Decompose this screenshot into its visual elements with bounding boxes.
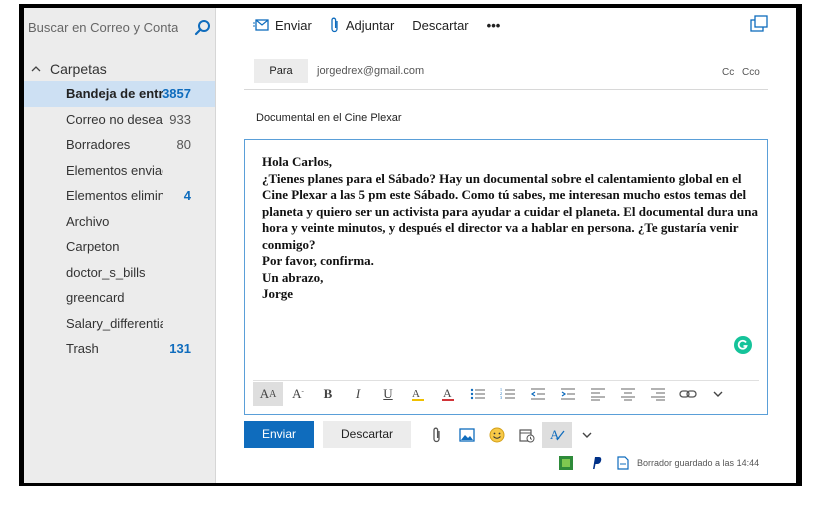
folders-header[interactable]: Carpetas (30, 61, 107, 77)
folder-trash[interactable]: Trash 131 (24, 336, 215, 362)
search-icon[interactable] (194, 19, 212, 37)
folder-count: 131 (169, 341, 191, 356)
send-icon (253, 19, 269, 31)
insert-picture-icon[interactable] (452, 422, 482, 448)
body-line: Hola Carlos, (262, 154, 333, 169)
compose-actions: A (422, 422, 602, 448)
folder-label: Elementos eliminados (66, 188, 163, 203)
folder-greencard[interactable]: greencard (24, 285, 215, 311)
folder-label: doctor_s_bills (66, 264, 146, 280)
folder-deleted[interactable]: Elementos eliminados 4 (24, 183, 215, 209)
align-left-icon[interactable] (583, 382, 613, 406)
font-size-icon[interactable]: Aˆ (283, 382, 313, 406)
highlight-icon[interactable]: A (403, 382, 433, 406)
underline-icon[interactable]: U (373, 382, 403, 406)
more-actions-chevron-icon[interactable] (572, 422, 602, 448)
more-options-label: ••• (486, 17, 501, 33)
folder-salary[interactable]: Salary_differential (24, 311, 215, 337)
to-row: Para jorgedrex@gmail.com Cc Cco (244, 57, 768, 90)
folder-junk[interactable]: Correo no deseado 933 (24, 107, 215, 133)
folder-label: Salary_differential (66, 315, 163, 331)
chevron-down-icon[interactable] (703, 382, 733, 406)
draft-saved-status: Borrador guardado a las 14:44 (637, 458, 760, 468)
status-row: Borrador guardado a las 14:44 (559, 456, 759, 470)
folder-sent[interactable]: Elementos enviados (24, 158, 215, 184)
align-center-icon[interactable] (613, 382, 643, 406)
to-button[interactable]: Para (254, 59, 308, 83)
popout-icon[interactable] (750, 15, 768, 33)
editor-format-icon[interactable]: A (542, 422, 572, 448)
folder-count: 80 (176, 137, 191, 152)
body-line: Jorge (262, 286, 294, 301)
cc-link[interactable]: Cc (722, 67, 734, 78)
svg-text:A: A (550, 427, 560, 442)
attach-icon[interactable] (422, 422, 452, 448)
svg-text:A: A (443, 386, 452, 400)
body-line: Un abrazo, (262, 269, 324, 285)
chevron-up-icon (31, 66, 41, 72)
search-box (28, 14, 211, 40)
send-button[interactable]: Enviar (244, 421, 314, 448)
paypal-icon[interactable] (589, 456, 603, 470)
command-bar: Enviar Adjuntar Descartar ••• (216, 8, 796, 42)
font-color-icon[interactable]: A (433, 382, 463, 406)
message-body[interactable]: Hola Carlos, ¿Tienes planes para el Sába… (262, 154, 762, 303)
folder-label: Carpeton (66, 239, 120, 254)
font-icon[interactable]: AA (253, 382, 283, 406)
folders-header-label: Carpetas (50, 61, 107, 77)
addin-green-icon[interactable] (559, 456, 573, 470)
toolbar-attach-button[interactable]: Adjuntar (330, 17, 394, 33)
folder-archive[interactable]: Archivo (24, 209, 215, 235)
outlook-compose-window: Carpetas Bandeja de entra3857 Correo no … (24, 8, 796, 483)
folder-label: Borradores (66, 137, 131, 152)
folder-label: Elementos enviados (66, 162, 163, 178)
numbering-icon[interactable]: 123 (493, 382, 523, 406)
message-body-editor[interactable]: Hola Carlos, ¿Tienes planes para el Sába… (244, 139, 768, 415)
decrease-indent-icon[interactable] (523, 382, 553, 406)
folder-drafts[interactable]: Borradores 80 (24, 132, 215, 158)
grammarly-icon[interactable] (734, 336, 752, 354)
grammarly-g-icon (737, 339, 748, 350)
search-input[interactable] (28, 14, 178, 38)
more-options-button[interactable]: ••• (487, 18, 501, 33)
bcc-link[interactable]: Cco (742, 67, 760, 78)
folder-list: Bandeja de entra3857 Correo no deseado 93… (24, 81, 215, 362)
folder-label: Bandeja de entra (66, 86, 163, 101)
link-icon[interactable] (673, 382, 703, 406)
svg-text:3: 3 (500, 395, 502, 400)
document-addin-icon[interactable] (617, 456, 629, 470)
emoji-icon[interactable] (482, 422, 512, 448)
sidebar: Carpetas Bandeja de entra3857 Correo no … (24, 8, 216, 483)
increase-indent-icon[interactable] (553, 382, 583, 406)
align-right-icon[interactable] (643, 382, 673, 406)
folder-inbox[interactable]: Bandeja de entra 3857 (24, 81, 215, 107)
body-line: Por favor, confirma. (262, 253, 374, 268)
folder-label: Archivo (66, 213, 110, 229)
toolbar-send-label: Enviar (275, 17, 312, 33)
toolbar-send-button[interactable]: Enviar (253, 18, 312, 33)
toolbar-attach-label: Adjuntar (345, 17, 395, 33)
folder-count: 3857 (162, 86, 191, 101)
discard-button[interactable]: Descartar (323, 421, 411, 448)
body-line: ¿Tienes planes para el Sábado? Hay un do… (262, 170, 758, 252)
folder-doctor-bills[interactable]: doctor_s_bills (24, 260, 215, 286)
italic-icon[interactable]: I (343, 382, 373, 406)
paperclip-icon (331, 17, 338, 33)
bold-icon[interactable]: B (313, 382, 343, 406)
bullets-icon[interactable] (463, 382, 493, 406)
folder-count: 4 (183, 188, 191, 203)
folder-carpeton[interactable]: Carpeton (24, 234, 215, 260)
folder-label: Correo no deseado (66, 111, 163, 127)
folder-label: greencard (66, 290, 125, 305)
toolbar-discard-label: Descartar (412, 17, 469, 33)
subject-field[interactable]: Documental en el Cine Plexar (256, 112, 402, 124)
folder-label: Trash (66, 341, 99, 356)
svg-text:A: A (412, 388, 420, 400)
toolbar-discard-button[interactable]: Descartar (412, 18, 468, 33)
folder-count: 933 (169, 111, 191, 127)
schedule-icon[interactable] (512, 422, 542, 448)
formatting-toolbar: AA Aˆ B I U A A 123 (253, 380, 759, 407)
recipient-address[interactable]: jorgedrex@gmail.com (317, 65, 424, 77)
